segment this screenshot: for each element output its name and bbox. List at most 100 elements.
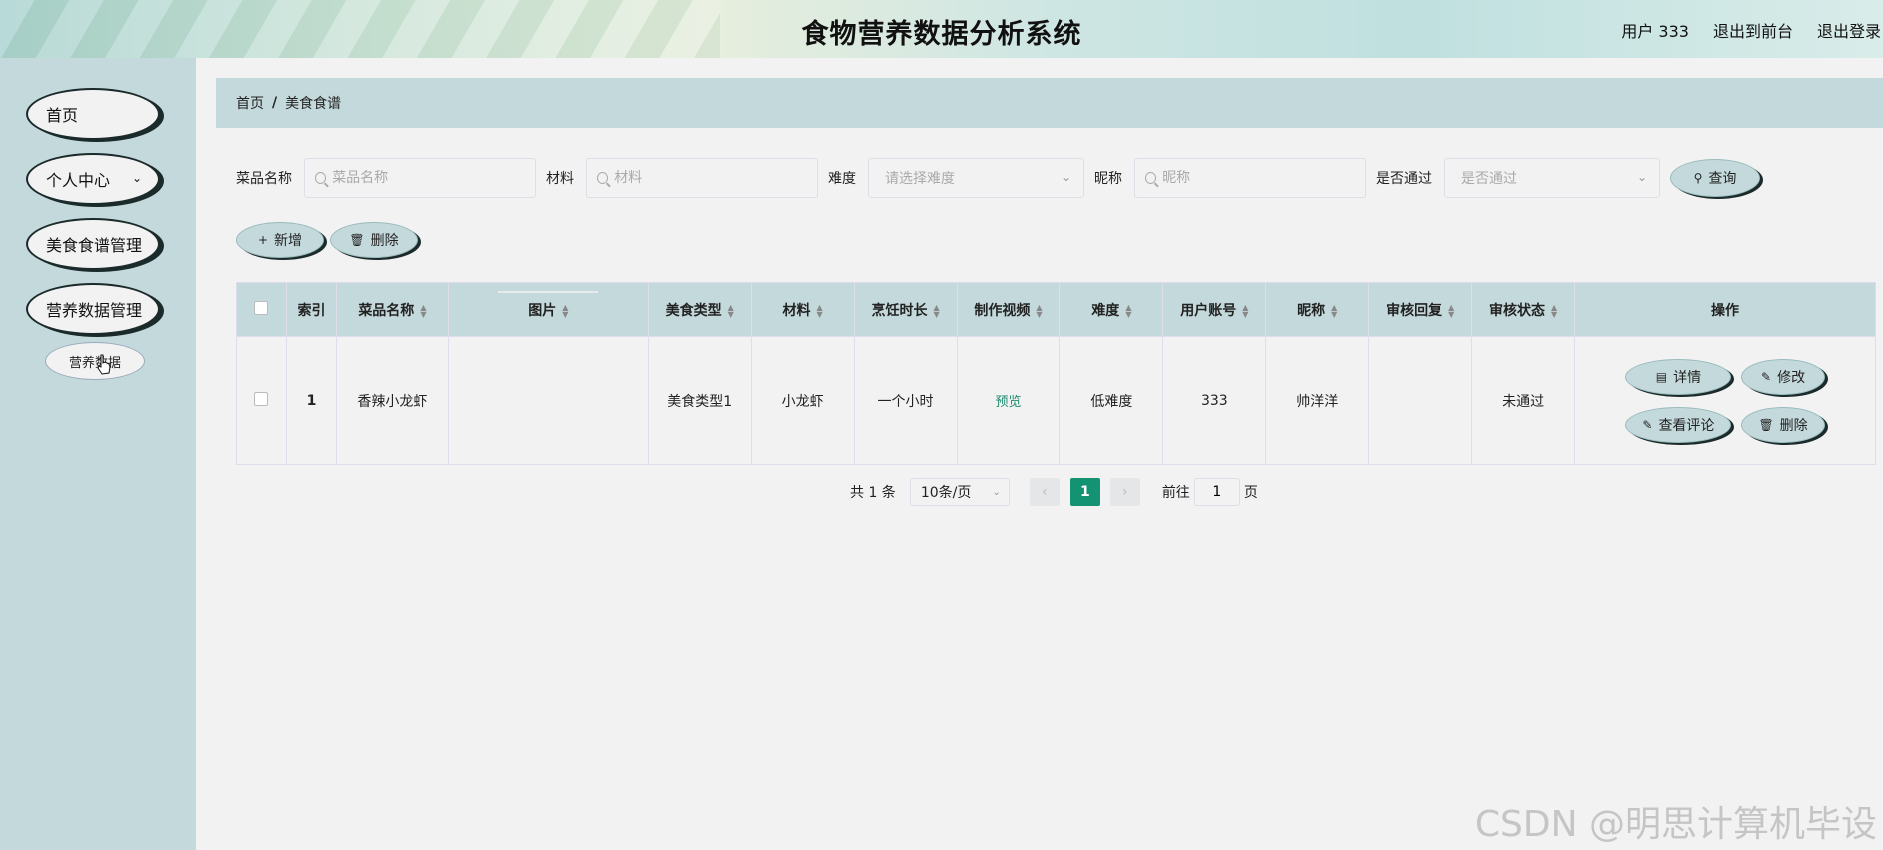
approved-placeholder: 是否通过	[1461, 171, 1517, 187]
page-size-select[interactable]: 10条/页 ⌄	[909, 478, 1010, 506]
cell-index: 1	[285, 336, 337, 465]
page-jump: 前往 页	[1162, 478, 1258, 506]
sort-icon[interactable]: ▲ ▼	[1551, 303, 1557, 318]
row-delete-button[interactable]: 🗑 删除	[1741, 406, 1825, 443]
approved-select[interactable]: 是否通过 ⌄	[1444, 158, 1660, 198]
approved-label: 是否通过	[1376, 171, 1432, 187]
cell-difficulty: 低难度	[1059, 336, 1164, 465]
breadcrumb-home[interactable]: 首页	[236, 93, 264, 113]
difficulty-select[interactable]: 请选择难度 ⌄	[868, 158, 1084, 198]
col-video[interactable]: 制作视频 ▲ ▼	[956, 282, 1061, 337]
header-actions: 用户 333 退出到前台 退出登录	[1621, 18, 1883, 42]
logout-link[interactable]: 退出登录	[1817, 18, 1881, 42]
sort-icon[interactable]: ▲ ▼	[420, 303, 426, 318]
sort-icon[interactable]: ▲ ▼	[562, 303, 568, 318]
page-unit-label: 页	[1243, 485, 1258, 501]
breadcrumb-separator: /	[272, 95, 278, 111]
pagination: 共 1 条 10条/页 ⌄ ‹ 1 › 前往 页	[850, 478, 1258, 506]
goto-label: 前往	[1161, 485, 1190, 501]
prev-page-button[interactable]: ‹	[1029, 478, 1060, 506]
cell-image	[447, 290, 649, 465]
query-button[interactable]: ⚲ 查询	[1670, 159, 1760, 197]
pencil-icon: ✎	[1642, 417, 1653, 432]
sort-icon[interactable]: ▲ ▼	[1331, 303, 1337, 318]
search-icon	[315, 172, 327, 184]
sort-icon[interactable]: ▲ ▼	[1242, 303, 1248, 318]
col-food-type[interactable]: 美食类型 ▲ ▼	[647, 282, 752, 337]
cell-material: 小龙虾	[750, 336, 855, 465]
material-field	[586, 158, 818, 198]
nickname-field	[1134, 158, 1366, 198]
select-all-checkbox[interactable]	[254, 300, 269, 315]
goto-page-input[interactable]	[1193, 478, 1240, 506]
sidebar: 首页 个人中心 ⌄ 美食食谱管理 营养数据管理 营养数据	[0, 58, 196, 850]
chevron-right-icon: ›	[1122, 484, 1128, 500]
pagination-total: 共 1 条	[850, 485, 896, 501]
image-placeholder	[498, 290, 599, 293]
sidebar-item-home[interactable]: 首页	[26, 88, 160, 140]
next-page-button[interactable]: ›	[1109, 478, 1140, 506]
chevron-down-icon: ⌄	[131, 171, 142, 185]
col-dish-name[interactable]: 菜品名称 ▲ ▼	[335, 282, 449, 337]
table-header-row: 索引 菜品名称 ▲ ▼ 图片 ▲ ▼ 美食类型 ▲ ▼ 材料 ▲ ▼ 烹饪时长 ▲ ▼ 制作视频 ▲ ▼…	[236, 282, 1876, 337]
nickname-label: 昵称	[1094, 171, 1122, 187]
col-account[interactable]: 用户账号 ▲ ▼	[1162, 282, 1267, 337]
nickname-input[interactable]	[1162, 170, 1355, 186]
cell-video: 预览	[956, 336, 1061, 465]
cell-account: 333	[1162, 336, 1267, 465]
col-review-status[interactable]: 审核状态 ▲ ▼	[1471, 282, 1576, 337]
cell-dish-name: 香辣小龙虾	[335, 336, 449, 465]
submenu-item-nutrition-data[interactable]: 营养数据	[45, 342, 145, 380]
sort-icon[interactable]: ▲ ▼	[933, 303, 939, 318]
delete-label: 删除	[370, 233, 399, 249]
app-title: 食物营养数据分析系统	[801, 19, 1082, 50]
sidebar-item-profile[interactable]: 个人中心 ⌄	[26, 153, 160, 205]
col-difficulty[interactable]: 难度 ▲ ▼	[1059, 282, 1164, 337]
row-checkbox[interactable]	[254, 391, 269, 406]
sidebar-item-label: 美食食谱管理	[46, 236, 143, 255]
delete-button[interactable]: 🗑 删除	[330, 222, 418, 258]
sort-icon[interactable]: ▲ ▼	[1125, 303, 1131, 318]
sort-icon[interactable]: ▲ ▼	[817, 303, 823, 318]
exit-to-front-link[interactable]: 退出到前台	[1713, 18, 1793, 42]
row-actions: ▤ 详情 ✎ 修改 ✎ 查看评论 🗑 删除	[1575, 358, 1875, 443]
cell-actions: ▤ 详情 ✎ 修改 ✎ 查看评论 🗑 删除	[1574, 336, 1876, 465]
col-review-reply[interactable]: 审核回复 ▲ ▼	[1368, 282, 1473, 337]
hand-cursor-icon	[97, 354, 111, 375]
material-label: 材料	[546, 171, 574, 187]
cell-nickname: 帅洋洋	[1265, 336, 1370, 465]
edit-button[interactable]: ✎ 修改	[1741, 358, 1825, 395]
header: 食物营养数据分析系统 用户 333 退出到前台 退出登录	[0, 0, 1883, 58]
col-material[interactable]: 材料 ▲ ▼	[750, 282, 855, 337]
search-icon: ⚲	[1693, 171, 1703, 185]
sidebar-item-label: 营养数据管理	[46, 301, 143, 320]
dish-name-input[interactable]	[332, 170, 525, 186]
sidebar-item-label: 个人中心	[46, 171, 111, 190]
add-button[interactable]: + 新增	[236, 222, 324, 258]
breadcrumb-current: 美食食谱	[285, 96, 342, 112]
chevron-down-icon: ⌄	[1636, 170, 1647, 184]
material-input[interactable]	[614, 170, 807, 186]
cell-review-status: 未通过	[1471, 336, 1576, 465]
cell-review-reply	[1368, 336, 1473, 465]
sort-icon[interactable]: ▲ ▼	[728, 303, 734, 318]
sort-icon[interactable]: ▲ ▼	[1448, 303, 1454, 318]
row-select-cell	[236, 336, 287, 465]
col-nickname[interactable]: 昵称 ▲ ▼	[1265, 282, 1370, 337]
table-row: 1 香辣小龙虾 美食类型1 小龙虾 一个小时 预览 低难度 333 帅洋洋 未通…	[236, 290, 1876, 465]
page-number-current[interactable]: 1	[1069, 478, 1100, 506]
video-preview-link[interactable]: 预览	[995, 395, 1021, 410]
sidebar-item-nutrition-management[interactable]: 营养数据管理	[26, 283, 160, 335]
sidebar-item-label: 首页	[46, 106, 79, 125]
trash-icon: 🗑	[349, 233, 365, 247]
detail-button[interactable]: ▤ 详情	[1625, 358, 1732, 395]
select-all-cell	[236, 282, 287, 337]
view-comments-button[interactable]: ✎ 查看评论	[1625, 406, 1732, 443]
pencil-icon: ✎	[1761, 369, 1772, 384]
col-actions: 操作	[1574, 282, 1876, 337]
col-duration[interactable]: 烹饪时长 ▲ ▼	[853, 282, 958, 337]
sidebar-item-recipe-management[interactable]: 美食食谱管理	[26, 218, 160, 270]
search-icon	[1145, 172, 1157, 184]
submenu-item-label: 营养数据	[68, 355, 121, 371]
sort-icon[interactable]: ▲ ▼	[1036, 303, 1042, 318]
